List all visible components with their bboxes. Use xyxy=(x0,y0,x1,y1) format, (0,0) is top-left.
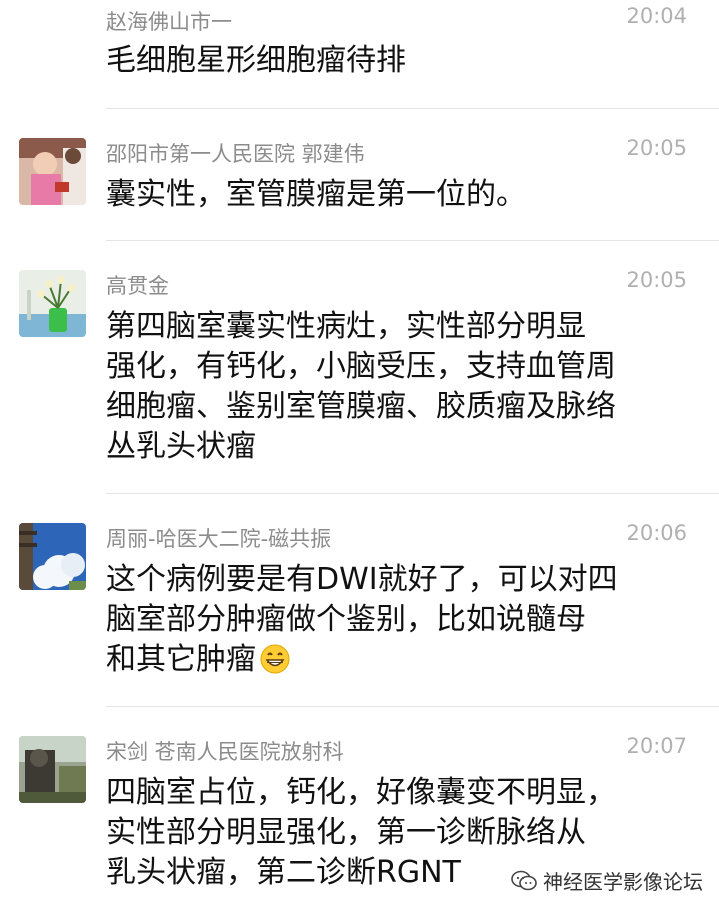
avatar[interactable] xyxy=(19,138,86,205)
timestamp: 20:06 xyxy=(626,521,687,545)
comment-text-body: 这个病例要是有DWI就好了，可以对四 脑室部分肿瘤做个鉴别，比如说髓母 和其它肿… xyxy=(106,562,618,677)
comment-text: 毛细胞星形细胞瘤待排 xyxy=(106,43,406,78)
comment-text: 囊实性，室管膜瘤是第一位的。 xyxy=(106,177,526,212)
avatar-photo-icon xyxy=(19,736,86,803)
timestamp: 20:04 xyxy=(626,4,687,28)
sender-name[interactable]: 宋剑 苍南人民医院放射科 xyxy=(106,736,344,766)
sender-name[interactable]: 高贯金 xyxy=(106,270,169,300)
grinning-face-emoji-icon xyxy=(260,644,290,674)
comment-text: 这个病例要是有DWI就好了，可以对四 脑室部分肿瘤做个鉴别，比如说髓母 和其它肿… xyxy=(106,560,679,680)
comment-text: 第四脑室囊实性病灶，实性部分明显 强化，有钙化，小脑受压，支持血管周 细胞瘤、鉴… xyxy=(106,309,616,464)
avatar[interactable] xyxy=(19,270,86,337)
avatar-photo-icon xyxy=(19,523,86,590)
divider xyxy=(106,493,719,494)
sender-name[interactable]: 周丽-哈医大二院-磁共振 xyxy=(106,523,331,553)
sender-name[interactable]: 邵阳市第一人民医院 郭建伟 xyxy=(106,138,365,168)
avatar-photo-icon xyxy=(19,270,86,337)
divider xyxy=(106,240,719,241)
avatar[interactable] xyxy=(19,523,86,590)
avatar-photo-icon xyxy=(19,138,86,205)
divider xyxy=(106,706,719,707)
timestamp: 20:07 xyxy=(626,734,687,758)
avatar[interactable] xyxy=(19,736,86,803)
watermark-text: 神经医学影像论坛 xyxy=(543,870,703,894)
timestamp: 20:05 xyxy=(626,136,687,160)
divider xyxy=(106,108,719,109)
timestamp: 20:05 xyxy=(626,268,687,292)
wechat-icon xyxy=(511,870,537,890)
sender-name[interactable]: 赵海佛山市一 xyxy=(106,6,232,36)
watermark: 神经医学影像论坛 xyxy=(511,866,703,895)
